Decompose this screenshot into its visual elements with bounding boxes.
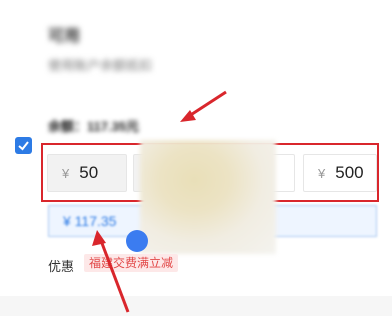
yen-symbol: ¥ bbox=[62, 165, 70, 181]
amount-option-50[interactable]: ¥ 50 bbox=[47, 154, 127, 192]
amount-value: 50 bbox=[79, 163, 99, 182]
section-subtitle: 使用账户余额抵扣 bbox=[48, 58, 153, 73]
check-icon bbox=[18, 141, 29, 151]
blurred-overlay bbox=[140, 140, 276, 254]
use-balance-checkbox[interactable] bbox=[15, 137, 32, 154]
amount-value: 500 bbox=[335, 163, 364, 182]
recharge-page: 可用 使用账户余额抵扣 余额：117.35元 ¥ 50 ¥ 500 ¥ 117.… bbox=[0, 0, 392, 316]
section-title: 可用 bbox=[48, 28, 81, 45]
yen-symbol: ¥ bbox=[318, 165, 326, 181]
arrow-upper bbox=[180, 90, 227, 122]
custom-amount-value: ¥ 117.35 bbox=[63, 213, 117, 229]
balance-text: 余额：117.35元 bbox=[48, 119, 140, 134]
discount-tag: 福建交费满立减 bbox=[84, 254, 179, 272]
amount-option-500[interactable]: ¥ 500 bbox=[303, 154, 377, 192]
bottom-divider bbox=[0, 296, 392, 316]
discount-label: 优惠 bbox=[48, 259, 75, 274]
floating-button[interactable] bbox=[126, 230, 148, 252]
